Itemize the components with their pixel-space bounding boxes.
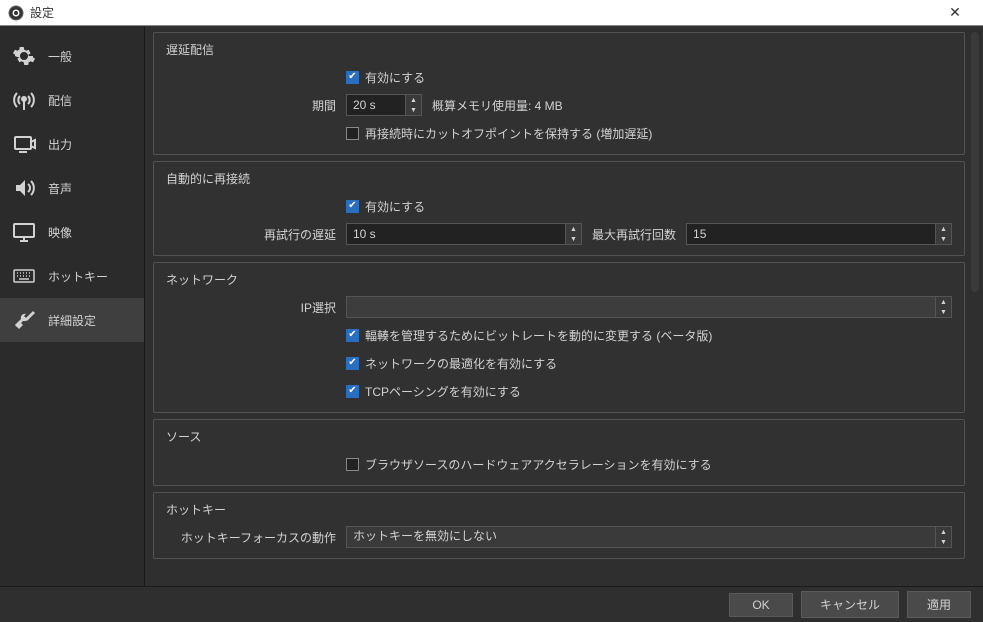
titlebar: 設定 ✕	[0, 0, 983, 26]
sidebar-item-advanced[interactable]: 詳細設定	[0, 298, 144, 342]
hotkey-focus-select[interactable]: ホットキーを無効にしない ▲▼	[346, 526, 952, 548]
sidebar-item-label: 音声	[48, 180, 72, 197]
sidebar-item-audio[interactable]: 音声	[0, 166, 144, 210]
footer: OK キャンセル 適用	[0, 586, 983, 622]
spin-up-icon[interactable]: ▲	[566, 224, 581, 234]
section-hotkey: ホットキー ホットキーフォーカスの動作 ホットキーを無効にしない ▲▼	[153, 492, 965, 559]
sidebar-item-general[interactable]: 一般	[0, 34, 144, 78]
section-title: 自動的に再接続	[166, 170, 952, 187]
browser-hwaccel-checkbox[interactable]: ブラウザソースのハードウェアアクセラレーションを有効にする	[346, 456, 712, 473]
sidebar-item-label: ホットキー	[48, 268, 108, 285]
cancel-button[interactable]: キャンセル	[801, 591, 899, 618]
period-input[interactable]	[346, 94, 406, 116]
period-spin[interactable]: ▲▼	[346, 94, 422, 116]
max-retry-input[interactable]	[686, 223, 936, 245]
apply-button[interactable]: 適用	[907, 591, 971, 618]
app-icon	[8, 5, 24, 21]
hotkey-focus-value: ホットキーを無効にしない	[346, 526, 936, 548]
check-icon: ✔	[346, 357, 359, 370]
ip-select[interactable]: ▲▼	[346, 296, 952, 318]
tcp-pacing-checkbox[interactable]: ✔ TCPペーシングを有効にする	[346, 383, 521, 400]
ip-value	[346, 296, 936, 318]
sidebar-item-label: 詳細設定	[48, 312, 96, 329]
section-delay: 遅延配信 ✔ 有効にする 期間 ▲▼ 概算メモリ使用量: 4 M	[153, 32, 965, 155]
speaker-icon	[10, 174, 38, 202]
window-title: 設定	[30, 4, 935, 21]
close-button[interactable]: ✕	[935, 0, 975, 26]
sidebar-item-output[interactable]: 出力	[0, 122, 144, 166]
spin-up-icon[interactable]: ▲	[406, 95, 421, 105]
section-source: ソース ブラウザソースのハードウェアアクセラレーションを有効にする	[153, 419, 965, 486]
preserve-cutoff-checkbox[interactable]: 再接続時にカットオフポイントを保持する (増加遅延)	[346, 125, 652, 142]
spin-up-icon[interactable]: ▲	[936, 527, 951, 537]
antenna-icon	[10, 86, 38, 114]
period-label: 期間	[166, 97, 346, 114]
check-icon	[346, 127, 359, 140]
section-network: ネットワーク IP選択 ▲▼ ✔ 輻輳を管理するためにビットレートを動的に変更す…	[153, 262, 965, 413]
check-icon: ✔	[346, 71, 359, 84]
retry-delay-label: 再試行の遅延	[166, 226, 346, 243]
sidebar-item-label: 映像	[48, 224, 72, 241]
section-title: 遅延配信	[166, 41, 952, 58]
memory-estimate: 概算メモリ使用量: 4 MB	[432, 97, 563, 114]
spin-down-icon[interactable]: ▼	[406, 105, 421, 115]
reconnect-enable-checkbox[interactable]: ✔ 有効にする	[346, 198, 425, 215]
hotkey-focus-label: ホットキーフォーカスの動作	[166, 529, 346, 546]
section-reconnect: 自動的に再接続 ✔ 有効にする 再試行の遅延 ▲▼ 最大再試行回	[153, 161, 965, 256]
check-icon: ✔	[346, 200, 359, 213]
max-retry-spin[interactable]: ▲▼	[686, 223, 952, 245]
retry-delay-spin[interactable]: ▲▼	[346, 223, 582, 245]
ip-label: IP選択	[166, 299, 346, 316]
check-icon: ✔	[346, 329, 359, 342]
sidebar-item-label: 出力	[48, 136, 72, 153]
section-title: ホットキー	[166, 501, 952, 518]
content-area: 遅延配信 ✔ 有効にする 期間 ▲▼ 概算メモリ使用量: 4 M	[145, 26, 983, 586]
spin-down-icon[interactable]: ▼	[936, 307, 951, 317]
output-icon	[10, 130, 38, 158]
section-title: ネットワーク	[166, 271, 952, 288]
tools-icon	[10, 306, 38, 334]
spin-up-icon[interactable]: ▲	[936, 297, 951, 307]
spin-down-icon[interactable]: ▼	[936, 537, 951, 547]
section-title: ソース	[166, 428, 952, 445]
gear-icon	[10, 42, 38, 70]
spin-down-icon[interactable]: ▼	[566, 234, 581, 244]
ok-button[interactable]: OK	[729, 593, 793, 617]
check-icon: ✔	[346, 385, 359, 398]
spin-up-icon[interactable]: ▲	[936, 224, 951, 234]
delay-enable-checkbox[interactable]: ✔ 有効にする	[346, 69, 425, 86]
check-icon	[346, 458, 359, 471]
monitor-icon	[10, 218, 38, 246]
retry-delay-input[interactable]	[346, 223, 566, 245]
network-optimize-checkbox[interactable]: ✔ ネットワークの最適化を有効にする	[346, 355, 557, 372]
sidebar-item-hotkeys[interactable]: ホットキー	[0, 254, 144, 298]
sidebar: 一般 配信 出力 音声 映像 ホットキー 詳細設定	[0, 26, 145, 586]
spin-down-icon[interactable]: ▼	[936, 234, 951, 244]
sidebar-item-label: 一般	[48, 48, 72, 65]
max-retry-label: 最大再試行回数	[592, 226, 676, 243]
sidebar-item-stream[interactable]: 配信	[0, 78, 144, 122]
scrollbar[interactable]	[971, 32, 979, 292]
sidebar-item-label: 配信	[48, 92, 72, 109]
sidebar-item-video[interactable]: 映像	[0, 210, 144, 254]
dynamic-bitrate-checkbox[interactable]: ✔ 輻輳を管理するためにビットレートを動的に変更する (ベータ版)	[346, 327, 712, 344]
keyboard-icon	[10, 262, 38, 290]
